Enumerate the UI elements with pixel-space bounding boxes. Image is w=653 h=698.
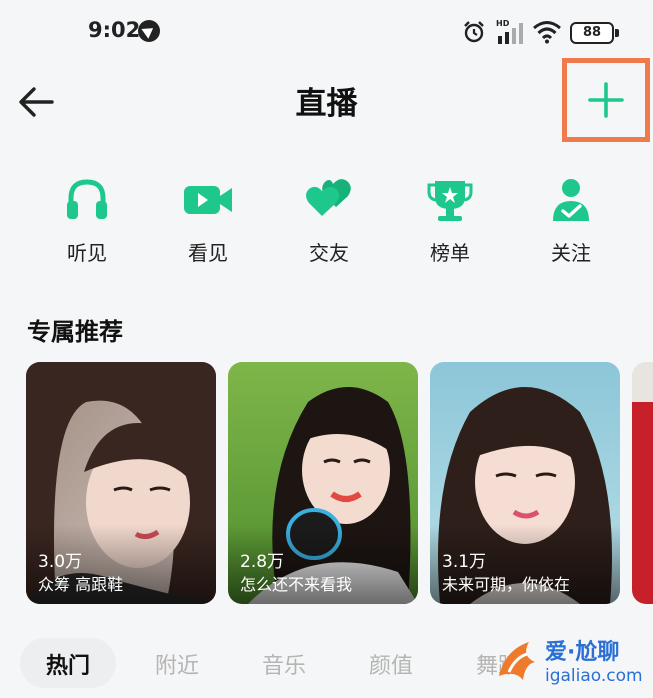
trophy-icon [427,181,473,221]
quick-item-follow[interactable]: 关注 [521,175,621,275]
card-caption: 众筹 高跟鞋 [38,575,124,594]
quick-item-label: 交友 [309,241,349,265]
section-title: 专属推荐 [27,318,123,346]
recommendation-carousel[interactable]: 3.0万 众筹 高跟鞋 2.8万 怎么还不来看我 3.1万 未来可期，你依在 [0,362,653,606]
status-time: 9:02 [88,18,141,42]
live-card-partial[interactable] [632,362,653,604]
quick-item-ranking[interactable]: 榜单 [400,175,500,275]
watermark: 爱·尬聊 igaliao.com [495,630,653,698]
quick-menu: 听见 看见 交友 榜单 关注 [0,175,653,275]
navigation-icon [138,20,160,42]
quick-item-listen[interactable]: 听见 [37,175,137,275]
status-bar: 9:02 HD 88 [0,0,653,62]
battery-indicator: 88 [570,22,619,44]
viewer-count: 3.1万 [442,552,487,572]
tab-nearby[interactable]: 附近 [155,648,199,680]
quick-item-watch[interactable]: 看见 [158,175,258,275]
card-caption: 未来可期，你依在 [442,575,571,594]
watermark-text: 爱·尬聊 [545,640,620,665]
headphones-icon [67,179,107,219]
wifi-icon [533,21,561,44]
video-camera-icon [184,186,232,214]
tab-hot[interactable]: 热门 [46,648,90,680]
quick-item-label: 听见 [67,241,107,265]
user-check-icon [553,179,589,221]
signal-icon: HD [496,19,523,44]
alarm-icon [464,21,484,43]
tab-looks[interactable]: 颜值 [369,648,413,680]
quick-item-label: 看见 [188,241,228,265]
viewer-count: 2.8万 [240,552,285,572]
plus-icon [588,82,624,118]
tab-music[interactable]: 音乐 [262,648,306,680]
signal-label: HD [496,19,510,28]
header: 直播 [0,58,653,142]
watermark-logo-icon [499,642,535,680]
quick-item-label: 关注 [551,241,591,265]
page-title: 直播 [295,86,358,122]
live-card[interactable]: 3.1万 未来可期，你依在 [430,362,620,604]
streamer-photo [632,362,653,604]
watermark-url: igaliao.com [545,666,643,686]
quick-item-friends[interactable]: 交友 [279,175,379,275]
card-caption: 怎么还不来看我 [240,575,353,594]
add-button[interactable] [562,58,650,142]
live-card[interactable]: 3.0万 众筹 高跟鞋 [26,362,216,604]
quick-item-label: 榜单 [430,241,470,265]
live-card[interactable]: 2.8万 怎么还不来看我 [228,362,418,604]
hearts-icon [306,179,351,216]
viewer-count: 3.0万 [38,552,83,572]
